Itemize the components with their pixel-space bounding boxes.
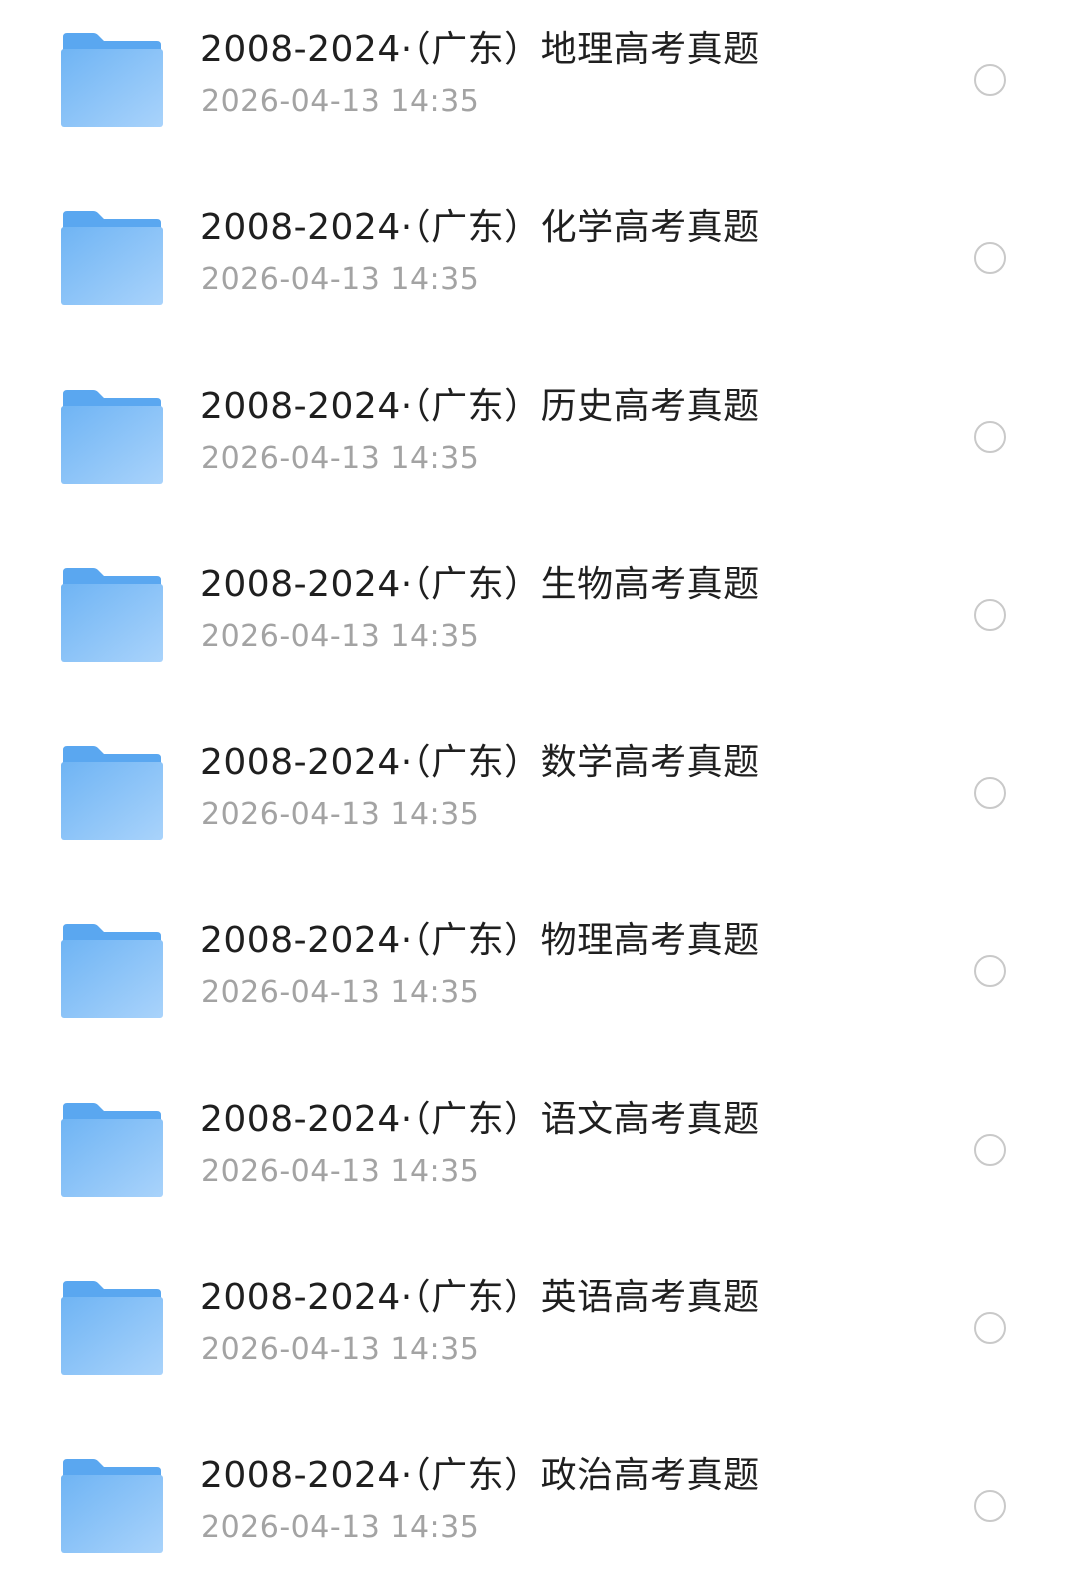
file-list: 2008-2024·（广东）地理高考真题 2026-04-13 14:35 20…: [0, 0, 1080, 1596]
select-radio[interactable]: [974, 242, 1006, 275]
file-name: 2008-2024·（广东）英语高考真题: [200, 1277, 760, 1319]
file-modified-time: 2026-04-13 14:35: [201, 84, 480, 119]
file-name: 2008-2024·（广东）语文高考真题: [200, 1098, 760, 1140]
file-modified-time: 2026-04-13 14:35: [201, 1510, 480, 1546]
file-modified-time: 2026-04-13 14:35: [201, 797, 480, 833]
folder-icon: [61, 924, 163, 1019]
file-name: 2008-2024·（广东）历史高考真题: [200, 385, 760, 427]
folder-icon: [61, 1102, 163, 1197]
select-radio[interactable]: [974, 1133, 1006, 1166]
select-radio[interactable]: [974, 1490, 1006, 1523]
folder-icon: [61, 389, 163, 484]
file-row[interactable]: 2008-2024·（广东）英语高考真题 2026-04-13 14:35: [0, 1239, 1080, 1417]
file-modified-time: 2026-04-13 14:35: [201, 618, 480, 654]
file-row[interactable]: 2008-2024·（广东）生物高考真题 2026-04-13 14:35: [0, 526, 1080, 704]
file-modified-time: 2026-04-13 14:35: [201, 1153, 480, 1189]
file-row[interactable]: 2008-2024·（广东）物理高考真题 2026-04-13 14:35: [0, 882, 1080, 1060]
file-row[interactable]: 2008-2024·（广东）化学高考真题 2026-04-13 14:35: [0, 169, 1080, 347]
select-radio[interactable]: [974, 64, 1006, 96]
file-modified-time: 2026-04-13 14:35: [201, 1332, 480, 1368]
select-radio[interactable]: [974, 598, 1006, 631]
select-radio[interactable]: [974, 420, 1006, 453]
file-row[interactable]: 2008-2024·（广东）地理高考真题 2026-04-13 14:35: [0, 0, 1080, 169]
file-name: 2008-2024·（广东）物理高考真题: [200, 920, 760, 962]
file-name: 2008-2024·（广东）数学高考真题: [200, 742, 760, 784]
file-row[interactable]: 2008-2024·（广东）语文高考真题 2026-04-13 14:35: [0, 1061, 1080, 1239]
file-name: 2008-2024·（广东）地理高考真题: [200, 29, 760, 70]
folder-icon: [61, 1459, 163, 1554]
folder-icon: [61, 746, 163, 841]
select-radio[interactable]: [974, 1312, 1006, 1345]
file-row[interactable]: 2008-2024·（广东）数学高考真题 2026-04-13 14:35: [0, 704, 1080, 882]
folder-icon: [61, 33, 163, 127]
folder-icon: [61, 211, 163, 306]
file-modified-time: 2026-04-13 14:35: [201, 262, 480, 298]
file-modified-time: 2026-04-13 14:35: [201, 440, 480, 476]
file-name: 2008-2024·（广东）化学高考真题: [200, 207, 760, 249]
file-name: 2008-2024·（广东）生物高考真题: [200, 563, 760, 605]
file-row[interactable]: 2008-2024·（广东）政治高考真题 2026-04-13 14:35: [0, 1417, 1080, 1595]
select-radio[interactable]: [974, 955, 1006, 988]
folder-icon: [61, 567, 163, 662]
file-name: 2008-2024·（广东）政治高考真题: [200, 1455, 760, 1497]
select-radio[interactable]: [974, 777, 1006, 810]
file-row[interactable]: 2008-2024·（广东）历史高考真题 2026-04-13 14:35: [0, 348, 1080, 526]
folder-icon: [61, 1281, 163, 1376]
file-modified-time: 2026-04-13 14:35: [201, 975, 480, 1011]
